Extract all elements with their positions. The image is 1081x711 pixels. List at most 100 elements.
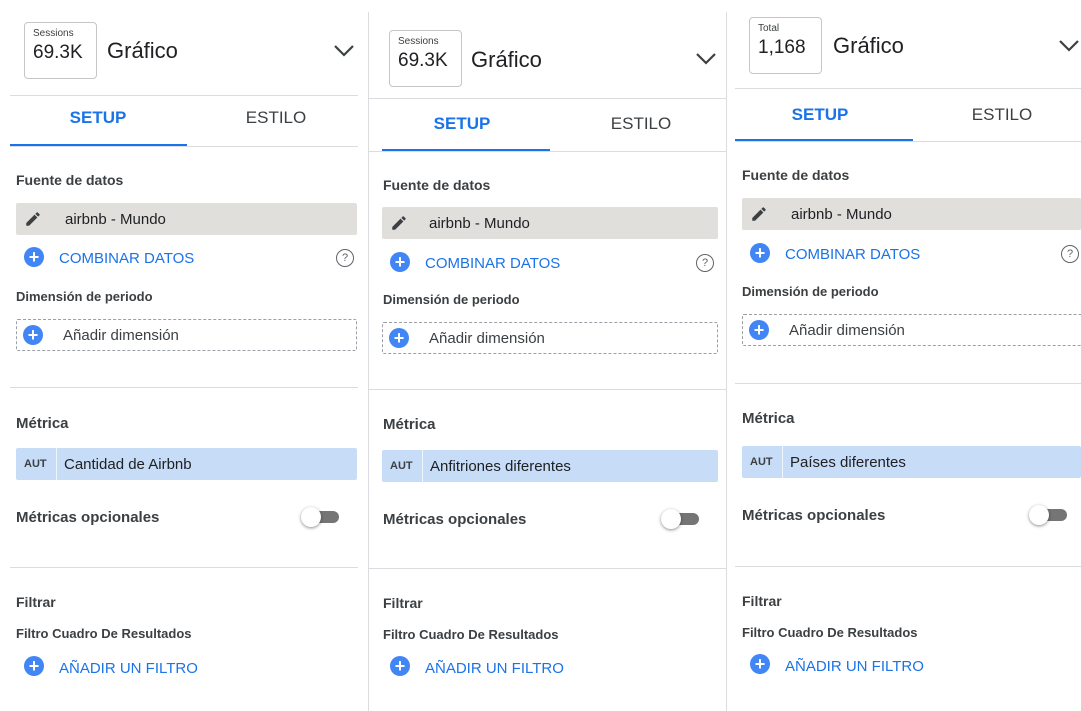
data-source-name: airbnb - Mundo	[791, 206, 892, 223]
data-source-name: airbnb - Mundo	[65, 211, 166, 228]
divider	[10, 95, 358, 96]
data-source-chip[interactable]: airbnb - Mundo	[742, 198, 1081, 230]
plus-icon: +	[389, 328, 409, 348]
chart-type-title: Gráfico	[833, 33, 904, 58]
help-icon[interactable]: ?	[336, 249, 354, 267]
plus-icon[interactable]: +	[24, 656, 44, 676]
badge-label: Total	[758, 23, 780, 34]
add-dimension-button[interactable]: + Añadir dimensión	[16, 319, 357, 351]
metric-label: Métrica	[383, 416, 436, 433]
plus-icon[interactable]: +	[750, 654, 770, 674]
chip-separator	[56, 448, 57, 480]
help-icon[interactable]: ?	[696, 254, 714, 272]
pencil-icon[interactable]	[24, 210, 42, 228]
chip-separator	[782, 446, 783, 478]
tab-setup[interactable]: SETUP	[422, 114, 502, 134]
badge-value: 1,168	[758, 37, 806, 58]
pencil-icon[interactable]	[750, 205, 768, 223]
filter-subsection-label: Filtro Cuadro De Resultados	[742, 625, 918, 640]
data-source-name: airbnb - Mundo	[429, 215, 530, 232]
add-filter-button[interactable]: AÑADIR UN FILTRO	[425, 660, 564, 677]
divider	[369, 389, 726, 390]
badge-value: 69.3K	[398, 50, 448, 71]
metric-chip[interactable]: AUT Cantidad de Airbnb	[16, 448, 357, 480]
scorecard-preview-badge: Sessions 69.3K	[389, 30, 462, 87]
add-filter-button[interactable]: AÑADIR UN FILTRO	[59, 660, 198, 677]
plus-icon[interactable]: +	[390, 252, 410, 272]
blend-data-button[interactable]: COMBINAR DATOS	[59, 250, 194, 267]
add-dimension-label: Añadir dimensión	[63, 327, 179, 344]
metric-chip[interactable]: AUT Anfitriones diferentes	[382, 450, 718, 482]
plus-icon[interactable]: +	[750, 243, 770, 263]
divider	[735, 383, 1081, 384]
badge-value: 69.3K	[33, 42, 83, 63]
divider	[369, 151, 726, 152]
scorecard-preview-badge: Total 1,168	[749, 17, 822, 74]
add-dimension-button[interactable]: + Añadir dimensión	[382, 322, 718, 354]
add-dimension-button[interactable]: + Añadir dimensión	[742, 314, 1081, 346]
data-source-chip[interactable]: airbnb - Mundo	[382, 207, 718, 239]
chevron-down-icon[interactable]	[1058, 39, 1080, 53]
optional-metrics-toggle[interactable]	[301, 507, 339, 527]
add-filter-button[interactable]: AÑADIR UN FILTRO	[785, 658, 924, 675]
scorecard-preview-badge: Sessions 69.3K	[24, 22, 97, 79]
chip-separator	[422, 450, 423, 482]
aggregation-badge[interactable]: AUT	[24, 458, 47, 470]
plus-icon[interactable]: +	[390, 656, 410, 676]
filter-label: Filtrar	[383, 595, 423, 611]
data-source-chip[interactable]: airbnb - Mundo	[16, 203, 357, 235]
aggregation-badge[interactable]: AUT	[750, 456, 773, 468]
divider	[735, 141, 1081, 142]
chevron-down-icon[interactable]	[695, 52, 717, 66]
divider	[10, 146, 358, 147]
chevron-down-icon[interactable]	[333, 44, 355, 58]
badge-label: Sessions	[33, 28, 74, 39]
chart-config-panel-3: Total 1,168 Gráfico SETUP ESTILO Fuente …	[727, 0, 1081, 711]
badge-label: Sessions	[398, 36, 439, 47]
divider	[369, 98, 726, 99]
plus-icon: +	[749, 320, 769, 340]
filter-subsection-label: Filtro Cuadro De Resultados	[16, 626, 192, 641]
metric-name: Cantidad de Airbnb	[64, 456, 192, 473]
metric-label: Métrica	[742, 410, 795, 427]
divider	[10, 387, 358, 388]
plus-icon[interactable]: +	[24, 247, 44, 267]
data-source-label: Fuente de datos	[742, 167, 850, 183]
help-icon[interactable]: ?	[1061, 245, 1079, 263]
optional-metrics-toggle[interactable]	[1029, 505, 1067, 525]
toggle-knob	[661, 509, 681, 529]
filter-label: Filtrar	[16, 594, 56, 610]
tab-style[interactable]: ESTILO	[952, 105, 1052, 125]
optional-metrics-label: Métricas opcionales	[383, 511, 527, 528]
data-source-label: Fuente de datos	[16, 172, 124, 188]
data-source-label: Fuente de datos	[383, 177, 491, 193]
toggle-knob	[1029, 505, 1049, 525]
tab-style[interactable]: ESTILO	[226, 108, 326, 128]
tab-setup[interactable]: SETUP	[780, 105, 860, 125]
date-dimension-label: Dimensión de periodo	[16, 289, 153, 304]
date-dimension-label: Dimensión de periodo	[742, 284, 879, 299]
tab-style[interactable]: ESTILO	[591, 114, 691, 134]
optional-metrics-label: Métricas opcionales	[742, 507, 886, 524]
divider	[735, 88, 1081, 89]
add-dimension-label: Añadir dimensión	[429, 330, 545, 347]
divider	[10, 567, 358, 568]
blend-data-button[interactable]: COMBINAR DATOS	[785, 246, 920, 263]
divider	[369, 568, 726, 569]
pencil-icon[interactable]	[390, 214, 408, 232]
metric-name: Anfitriones diferentes	[430, 458, 571, 475]
chart-config-panel-1: Sessions 69.3K Gráfico SETUP ESTILO Fuen…	[0, 0, 368, 711]
metric-chip[interactable]: AUT Países diferentes	[742, 446, 1081, 478]
metric-name: Países diferentes	[790, 454, 906, 471]
optional-metrics-toggle[interactable]	[661, 509, 699, 529]
chart-config-panel-2: Sessions 69.3K Gráfico SETUP ESTILO Fuen…	[369, 0, 726, 711]
chart-type-title: Gráfico	[471, 47, 542, 72]
tab-setup[interactable]: SETUP	[58, 108, 138, 128]
divider	[735, 566, 1081, 567]
filter-label: Filtrar	[742, 593, 782, 609]
add-dimension-label: Añadir dimensión	[789, 322, 905, 339]
aggregation-badge[interactable]: AUT	[390, 460, 413, 472]
date-dimension-label: Dimensión de periodo	[383, 292, 520, 307]
filter-subsection-label: Filtro Cuadro De Resultados	[383, 627, 559, 642]
blend-data-button[interactable]: COMBINAR DATOS	[425, 255, 560, 272]
